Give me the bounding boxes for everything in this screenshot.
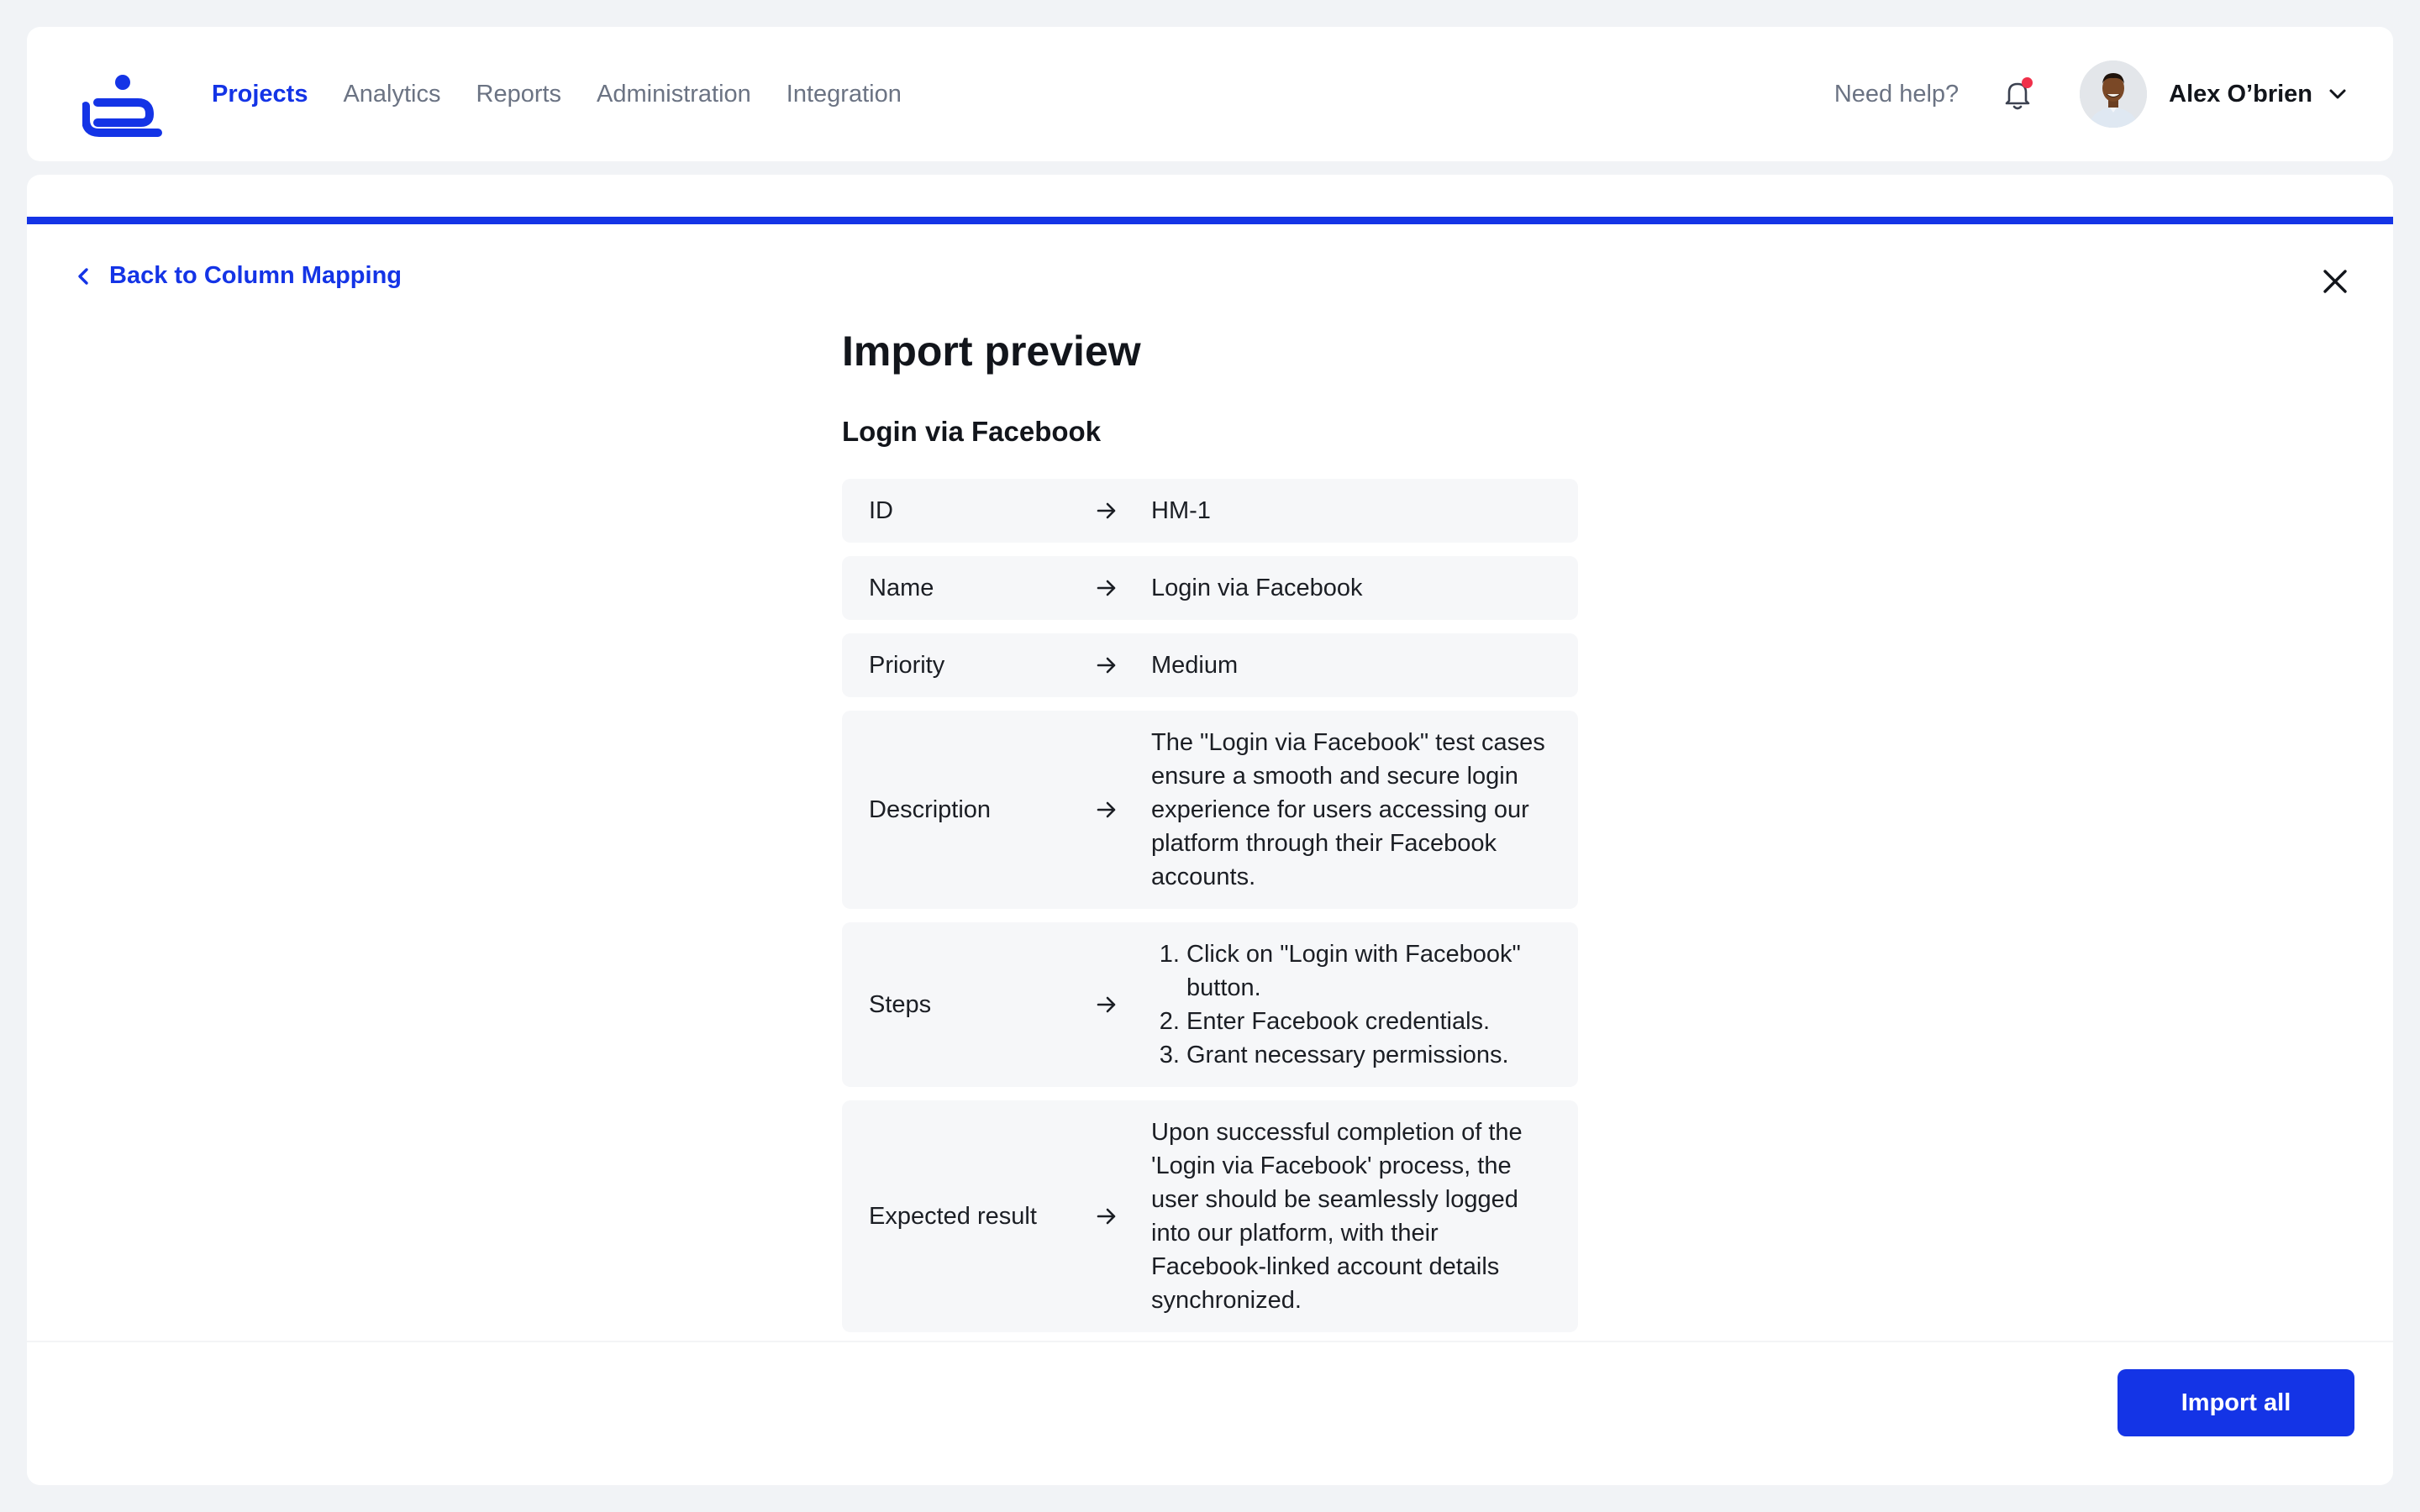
wizard-progress-fill	[27, 217, 2393, 224]
nav-item-analytics[interactable]: Analytics	[343, 81, 440, 108]
user-name[interactable]: Alex O’brien	[2169, 81, 2312, 108]
nav-item-reports[interactable]: Reports	[476, 81, 562, 108]
mapping-field-label: ID	[869, 496, 893, 524]
mapping-value: Upon successful completion of the 'Login…	[1151, 1119, 1523, 1314]
arrow-right-icon	[1094, 498, 1119, 523]
mapping-row-expected-result: Expected result Upon successful completi…	[842, 1100, 1578, 1332]
mapping-field-label: Steps	[869, 990, 932, 1018]
mapping-field-label: Description	[869, 795, 992, 823]
arrow-right-icon	[1094, 992, 1119, 1017]
nav-item-integration[interactable]: Integration	[786, 81, 902, 108]
arrow-right-icon	[1094, 1204, 1119, 1229]
main-nav: Projects Analytics Reports Administratio…	[212, 27, 902, 161]
mapping-row-id: ID HM-1	[842, 479, 1578, 543]
nav-item-projects[interactable]: Projects	[212, 81, 308, 108]
import-all-button[interactable]: Import all	[2118, 1369, 2354, 1436]
import-preview-panel: Back to Column Mapping Import preview Lo…	[27, 175, 2393, 1485]
close-icon[interactable]	[2321, 267, 2349, 296]
mapping-field-label: Expected result	[869, 1202, 1037, 1230]
top-header: Projects Analytics Reports Administratio…	[27, 27, 2393, 161]
mapping-value: HM-1	[1151, 497, 1211, 524]
test-case-title: Login via Facebook	[842, 416, 1102, 447]
avatar-image	[2080, 60, 2148, 128]
steps-list: Click on "Login with Facebook" button. E…	[1151, 937, 1551, 1072]
arrow-right-icon	[1094, 575, 1119, 601]
mapping-value: Medium	[1151, 652, 1239, 679]
header-actions: Need help? Alex O’brien	[1834, 27, 2349, 161]
app-logo-icon[interactable]	[82, 72, 163, 138]
mapping-row-priority: Priority Medium	[842, 633, 1578, 697]
mapping-row-description: Description The "Login via Facebook" tes…	[842, 711, 1578, 909]
avatar[interactable]	[2080, 60, 2148, 128]
arrow-right-icon	[1094, 797, 1119, 822]
mapping-row-steps: Steps Click on "Login with Facebook" but…	[842, 922, 1578, 1087]
mapping-value: Login via Facebook	[1151, 575, 1363, 601]
field-mapping-list: ID HM-1 Name Login via Facebook Priority…	[842, 479, 1578, 1332]
wizard-progress-bar	[27, 217, 2393, 224]
mapping-field-label: Priority	[869, 651, 945, 679]
mapping-value: The "Login via Facebook" test cases ensu…	[1151, 729, 1545, 890]
nav-item-administration[interactable]: Administration	[597, 81, 751, 108]
mapping-value: Click on "Login with Facebook" button. E…	[1151, 937, 1551, 1072]
step-item: Click on "Login with Facebook" button.	[1186, 937, 1551, 1005]
mapping-field-label: Name	[869, 574, 934, 601]
arrow-right-icon	[1094, 653, 1119, 678]
chevron-left-icon	[78, 267, 88, 285]
preview-content: Import preview Login via Facebook ID HM-…	[842, 326, 1578, 1346]
mapping-row-name: Name Login via Facebook	[842, 556, 1578, 620]
back-link-label: Back to Column Mapping	[109, 262, 402, 289]
step-item: Enter Facebook credentials.	[1186, 1005, 1551, 1038]
footer-bar: Import all	[27, 1341, 2393, 1485]
notifications-button[interactable]	[1999, 76, 2036, 113]
step-item: Grant necessary permissions.	[1186, 1038, 1551, 1072]
need-help-link[interactable]: Need help?	[1834, 81, 1959, 108]
back-to-column-mapping-link[interactable]: Back to Column Mapping	[76, 262, 402, 290]
page-title: Import preview	[842, 328, 1141, 375]
chevron-down-icon[interactable]	[2326, 82, 2349, 106]
